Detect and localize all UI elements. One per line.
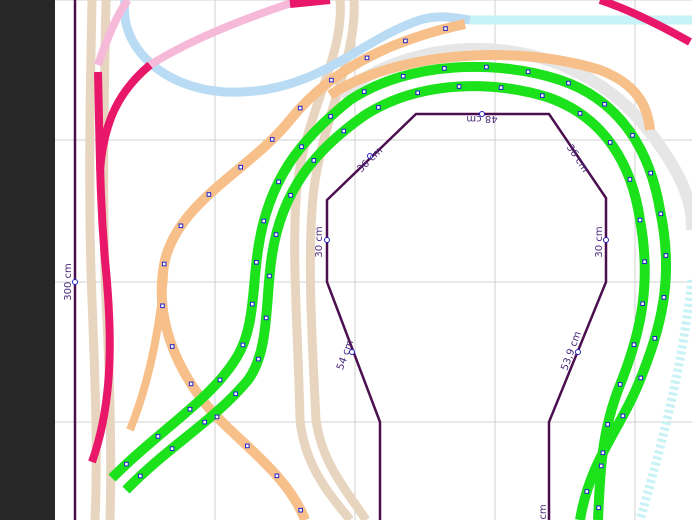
node-marker [202, 419, 207, 425]
node-marker [638, 375, 644, 381]
label-right-side: 30 cm [594, 226, 605, 257]
node-marker [400, 73, 406, 79]
node-marker [238, 164, 243, 170]
node-marker [298, 507, 303, 513]
node-marker [233, 391, 238, 397]
node-marker [169, 446, 175, 451]
node-marker [188, 381, 194, 387]
label-left-side: 30 cm [314, 226, 325, 257]
node-marker [376, 105, 381, 110]
node-marker [525, 69, 531, 75]
node-marker [155, 434, 161, 439]
track-orange-branch[interactable] [126, 259, 169, 432]
node-marker [617, 382, 623, 387]
node-marker [498, 85, 504, 90]
node-marker [600, 450, 606, 456]
node-marker [663, 253, 669, 258]
track-magenta-top[interactable] [289, 0, 331, 8]
node-marker [256, 356, 261, 362]
node-marker [160, 303, 165, 309]
node-marker [250, 301, 255, 307]
node-marker [261, 218, 267, 224]
node-marker [178, 223, 184, 229]
node-marker [138, 473, 143, 479]
node-marker [328, 114, 333, 119]
node-marker [658, 211, 664, 217]
node-marker [206, 192, 212, 197]
node-marker [566, 80, 571, 86]
node-marker [631, 342, 637, 347]
label-top: 48 cm [466, 113, 497, 124]
node-marker [254, 260, 259, 265]
node-marker [584, 489, 590, 494]
track-green-group[interactable] [108, 61, 672, 520]
node-marker [299, 144, 304, 149]
node-marker [274, 473, 280, 479]
node-marker [620, 413, 626, 419]
node-marker [627, 177, 633, 182]
track-plan-drawing[interactable]: 300 cm 48 cm 36 cm 36 cm 30 cm 30 cm 54 … [55, 0, 692, 520]
track-plan-canvas[interactable]: 300 cm 48 cm 36 cm 36 cm 30 cm 30 cm 54 … [55, 0, 692, 520]
node-marker [276, 179, 281, 185]
label-left-diag-bottom: 54 cm [335, 339, 356, 372]
node-marker [648, 170, 654, 176]
track-pink-curve[interactable] [147, 0, 302, 69]
node-marker [214, 414, 220, 420]
node-marker [637, 217, 643, 223]
node-marker [341, 128, 347, 134]
node-marker [602, 101, 607, 107]
node-marker [484, 64, 489, 70]
node-marker [288, 193, 293, 198]
node-marker [217, 377, 223, 383]
node-marker [605, 422, 611, 427]
node-marker [415, 90, 420, 96]
node-marker [642, 259, 647, 264]
node-marker [598, 463, 604, 469]
node-marker [329, 77, 334, 83]
node-marker [267, 273, 272, 279]
node-marker [361, 89, 367, 94]
node-marker [273, 232, 279, 237]
app-viewport: 300 cm 48 cm 36 cm 36 cm 30 cm 30 cm 54 … [0, 0, 692, 520]
node-marker [652, 336, 658, 341]
node-marker [187, 406, 193, 412]
node-marker [577, 111, 583, 116]
label-left-diag-top: 36 cm [355, 145, 385, 175]
left-panel-strip [0, 0, 55, 520]
node-marker [640, 301, 645, 306]
track-cyan-right[interactable] [635, 279, 692, 520]
outline-peninsula[interactable] [325, 112, 608, 520]
node-marker [443, 26, 448, 31]
node-marker [661, 295, 667, 300]
label-bottom: cm [538, 504, 549, 519]
node-marker [630, 133, 635, 138]
node-marker [442, 66, 447, 71]
node-marker [596, 505, 601, 511]
track-green-outer[interactable] [108, 61, 672, 520]
node-marker [161, 261, 167, 267]
node-marker [456, 84, 462, 89]
node-marker [403, 38, 408, 44]
node-marker [540, 93, 545, 98]
node-marker [607, 140, 613, 145]
node-marker [240, 342, 246, 348]
node-marker [245, 443, 250, 449]
label-width: 300 cm [63, 263, 74, 301]
node-marker [169, 344, 175, 349]
node-marker [124, 461, 129, 467]
node-marker [364, 55, 370, 61]
node-marker [297, 105, 303, 111]
node-marker [269, 137, 275, 142]
node-marker [311, 158, 317, 163]
node-marker [263, 315, 269, 321]
label-right-diag-top: 36 cm [564, 143, 591, 175]
